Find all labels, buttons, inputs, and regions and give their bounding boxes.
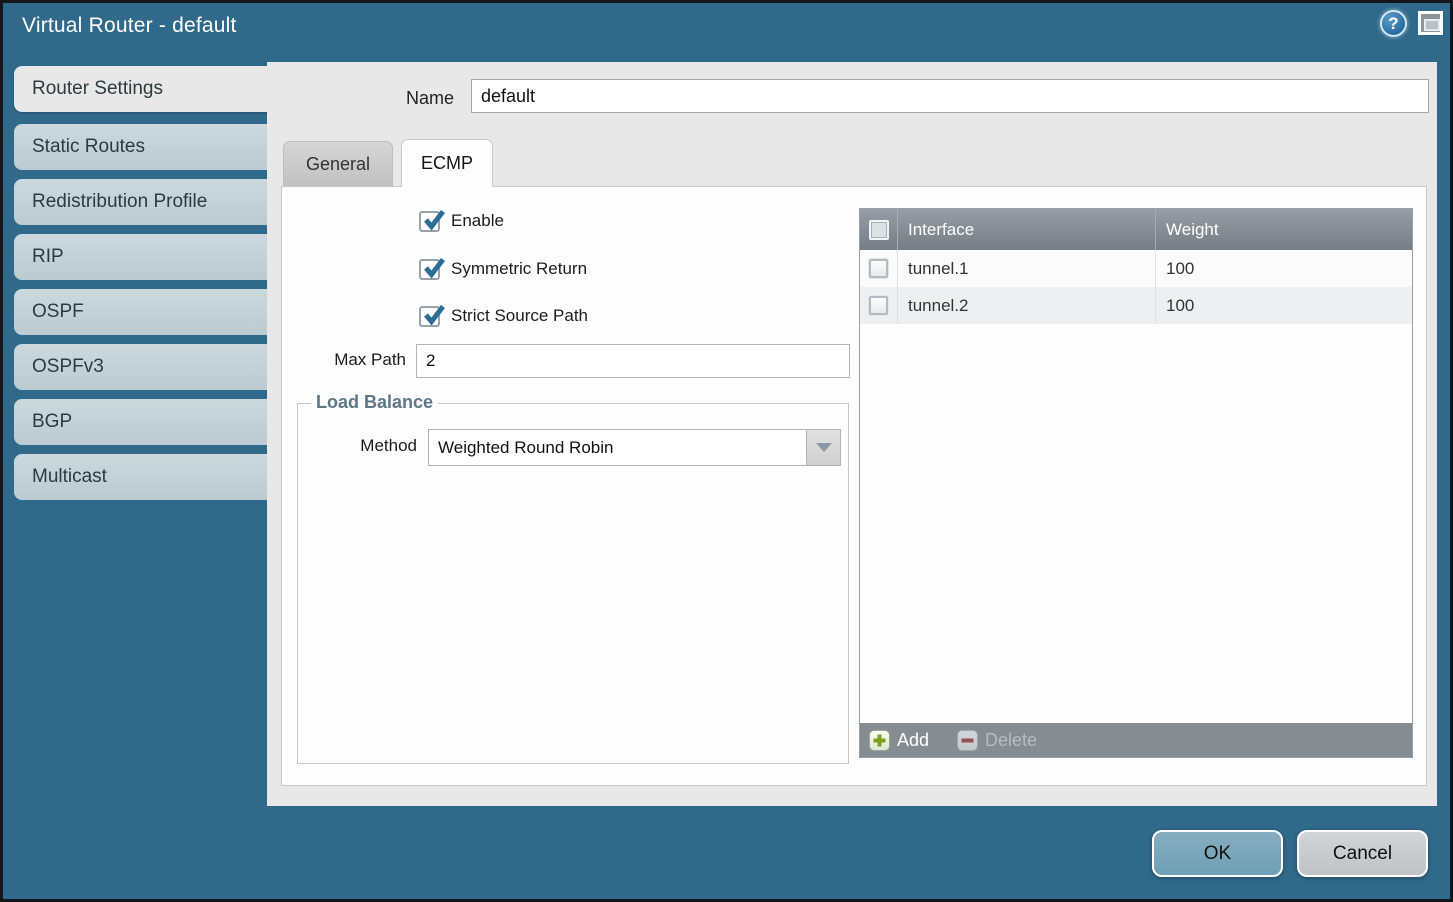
strict-source-path-checkbox[interactable] bbox=[419, 306, 440, 327]
method-select[interactable]: Weighted Round Robin bbox=[428, 429, 841, 466]
strict-source-path-checkbox-row[interactable]: Strict Source Path bbox=[419, 304, 588, 328]
check-icon bbox=[422, 303, 446, 327]
table-empty-area bbox=[860, 324, 1412, 723]
sidebar-item-bgp[interactable]: BGP bbox=[14, 399, 267, 445]
sidebar-item-router-settings[interactable]: Router Settings bbox=[14, 66, 270, 112]
cancel-button[interactable]: Cancel bbox=[1297, 830, 1428, 877]
ok-button[interactable]: OK bbox=[1152, 830, 1283, 877]
tab-general[interactable]: General bbox=[283, 141, 393, 186]
maximize-icon[interactable] bbox=[1418, 11, 1443, 35]
help-glyph: ? bbox=[1388, 14, 1398, 33]
add-button-label: Add bbox=[897, 730, 929, 751]
sidebar-item-static-routes[interactable]: Static Routes bbox=[14, 124, 267, 170]
interface-cell[interactable]: tunnel.1 bbox=[898, 250, 1156, 287]
add-button[interactable]: Add bbox=[869, 730, 929, 751]
interface-cell[interactable]: tunnel.2 bbox=[898, 287, 1156, 324]
symmetric-return-checkbox-row[interactable]: Symmetric Return bbox=[419, 257, 587, 281]
interface-column-header[interactable]: Interface bbox=[898, 209, 1156, 250]
row-checkbox-cell bbox=[860, 287, 898, 324]
tab-ecmp[interactable]: ECMP bbox=[401, 139, 493, 187]
header-checkbox-cell bbox=[860, 209, 898, 250]
enable-checkbox-row[interactable]: Enable bbox=[419, 209, 504, 233]
chevron-down-icon bbox=[816, 443, 832, 452]
sidebar-item-rip[interactable]: RIP bbox=[14, 234, 267, 280]
weight-cell[interactable]: 100 bbox=[1156, 287, 1412, 324]
sidebar: Router Settings Static Routes Redistribu… bbox=[14, 66, 267, 509]
main-panel: Name General ECMP Enable Sym bbox=[267, 62, 1437, 806]
interface-weight-table: Interface Weight tunnel.1 100 tunnel.2 1… bbox=[859, 208, 1413, 758]
max-path-label: Max Path bbox=[282, 350, 406, 370]
sidebar-item-redistribution-profile[interactable]: Redistribution Profile bbox=[14, 179, 267, 225]
table-header: Interface Weight bbox=[860, 209, 1412, 250]
table-row[interactable]: tunnel.1 100 bbox=[860, 250, 1412, 287]
symmetric-return-label: Symmetric Return bbox=[451, 259, 587, 279]
weight-column-header[interactable]: Weight bbox=[1156, 209, 1412, 250]
name-input[interactable] bbox=[471, 79, 1429, 113]
select-all-checkbox[interactable] bbox=[869, 220, 889, 240]
method-dropdown-button[interactable] bbox=[806, 430, 840, 465]
check-icon bbox=[422, 256, 446, 280]
load-balance-legend: Load Balance bbox=[311, 392, 438, 413]
ecmp-tab-content: Enable Symmetric Return Strict Source Pa… bbox=[281, 186, 1427, 786]
enable-checkbox[interactable] bbox=[419, 211, 440, 232]
table-footer: Add Delete bbox=[860, 723, 1412, 757]
delete-button[interactable]: Delete bbox=[957, 730, 1037, 751]
virtual-router-dialog: Virtual Router - default ? Router Settin… bbox=[0, 0, 1453, 902]
table-row[interactable]: tunnel.2 100 bbox=[860, 287, 1412, 324]
minus-icon bbox=[957, 730, 978, 751]
row-checkbox-cell bbox=[860, 250, 898, 287]
method-label: Method bbox=[298, 436, 417, 456]
name-label: Name bbox=[267, 83, 463, 113]
add-icon bbox=[869, 730, 890, 751]
strict-source-path-label: Strict Source Path bbox=[451, 306, 588, 326]
row-checkbox[interactable] bbox=[869, 296, 888, 315]
sidebar-item-ospf[interactable]: OSPF bbox=[14, 289, 267, 335]
weight-cell[interactable]: 100 bbox=[1156, 250, 1412, 287]
sidebar-item-multicast[interactable]: Multicast bbox=[14, 454, 267, 500]
row-checkbox[interactable] bbox=[869, 259, 888, 278]
dialog-title: Virtual Router - default bbox=[22, 14, 237, 38]
symmetric-return-checkbox[interactable] bbox=[419, 259, 440, 280]
load-balance-fieldset: Load Balance Method Weighted Round Robin bbox=[297, 403, 849, 764]
max-path-input[interactable] bbox=[416, 344, 850, 378]
delete-button-label: Delete bbox=[985, 730, 1037, 751]
enable-label: Enable bbox=[451, 211, 504, 231]
method-selected-value: Weighted Round Robin bbox=[429, 430, 806, 465]
check-icon bbox=[422, 208, 446, 232]
sidebar-item-ospfv3[interactable]: OSPFv3 bbox=[14, 344, 267, 390]
help-icon[interactable]: ? bbox=[1380, 10, 1407, 37]
